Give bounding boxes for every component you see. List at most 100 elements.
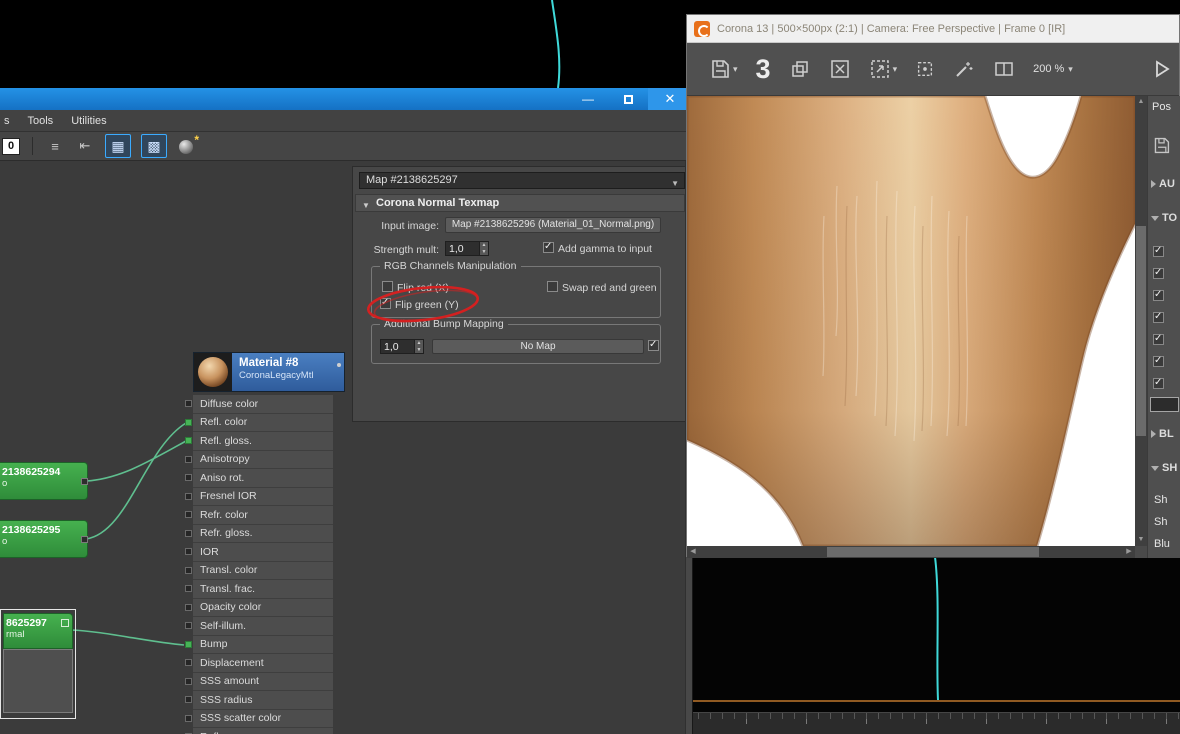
vfb-titlebar[interactable]: Corona 13 | 500×500px (2:1) | Camera: Fr… [687, 15, 1179, 43]
rollout-corona-normal-texmap[interactable]: Corona Normal Texmap [355, 194, 685, 214]
node-output-socket[interactable] [81, 478, 88, 485]
bump-mult-spinner[interactable]: 1,0 ▲ ▼ [380, 339, 424, 354]
panel-checkbox-1[interactable] [1153, 245, 1164, 257]
slot-socket[interactable] [185, 548, 192, 555]
duplicate-render-button[interactable] [789, 58, 811, 80]
timeline-ruler[interactable] [686, 712, 1180, 734]
slot-socket[interactable] [185, 640, 192, 648]
slot-ior[interactable]: IOR [185, 543, 333, 562]
node-options-dot[interactable] [337, 363, 341, 367]
section-header-au[interactable]: AU [1151, 178, 1175, 190]
node-collapse-icon[interactable] [61, 619, 69, 627]
horizontal-scrollbar[interactable]: ◀ ▶ [687, 546, 1135, 558]
map-selector-dropdown[interactable]: Map #2138625297 [359, 172, 685, 191]
map-node-header[interactable]: 8625297 rmal [3, 613, 73, 649]
slot-socket[interactable] [185, 474, 192, 481]
material-node[interactable]: Material #8 CoronaLegacyMtl Diffuse colo… [185, 352, 345, 734]
slot-socket[interactable] [185, 400, 192, 407]
menu-item-utilities[interactable]: Utilities [71, 115, 106, 127]
scroll-up-arrow[interactable]: ▲ [1135, 96, 1147, 108]
bump-map-button[interactable]: No Map [432, 339, 644, 354]
clear-region-button[interactable] [829, 58, 851, 80]
panel-checkbox-3[interactable] [1153, 289, 1164, 301]
show-maps-toggle-button[interactable]: ▩ [141, 134, 167, 158]
flip-red-checkbox[interactable] [382, 281, 393, 292]
slot-socket[interactable] [185, 455, 192, 463]
vertical-scrollbar[interactable]: ▲ ▼ [1135, 96, 1147, 546]
slot-partial[interactable]: Refl [185, 728, 333, 734]
window-minimize-button[interactable]: — [568, 88, 608, 110]
show-grid-toggle-button[interactable]: ▦ [105, 134, 131, 158]
slot-socket[interactable] [185, 714, 192, 722]
render-viewport[interactable] [687, 96, 1135, 546]
hscroll-thumb[interactable] [827, 547, 1039, 557]
slot-bump[interactable]: Bump [185, 635, 333, 654]
menu-item-tools[interactable]: Tools [28, 115, 54, 127]
slot-refl-gloss[interactable]: Refl. gloss. [185, 432, 333, 451]
save-config-button[interactable] [1152, 136, 1171, 160]
slot-socket[interactable] [185, 677, 192, 685]
panel-checkbox-7[interactable] [1153, 377, 1164, 389]
slot-socket[interactable] [185, 437, 192, 444]
slot-aniso-rot[interactable]: Aniso rot. [185, 469, 333, 488]
strength-mult-spinner[interactable]: 1,0 ▲ ▼ [445, 241, 489, 256]
pick-wand-button[interactable] [953, 58, 975, 80]
map-node-2138625294[interactable]: 2138625294 o [0, 462, 88, 500]
vscroll-thumb[interactable] [1136, 226, 1146, 436]
map-node-2138625295[interactable]: 2138625295 o [0, 520, 88, 558]
max-viewport-bottom[interactable] [686, 557, 1180, 734]
menu-item-partial[interactable]: s [4, 115, 10, 127]
slate-titlebar[interactable]: — ✕ [0, 88, 692, 110]
add-gamma-checkbox[interactable] [543, 241, 554, 253]
save-image-button[interactable] [709, 58, 738, 80]
panel-checkbox-6[interactable] [1153, 355, 1164, 367]
map-node-body[interactable] [3, 649, 73, 713]
node-output-socket[interactable] [81, 536, 88, 543]
render-history-number[interactable]: 3 [756, 55, 771, 83]
map-node-2138625297-selected[interactable]: 8625297 rmal [0, 609, 76, 719]
slot-socket[interactable] [185, 492, 192, 500]
navigate-arrow-icon[interactable]: ⇤ [75, 136, 95, 156]
slot-sss-amount[interactable]: SSS amount [185, 672, 333, 691]
slot-socket[interactable] [185, 511, 192, 518]
slot-socket[interactable] [185, 585, 192, 592]
window-maximize-button[interactable] [608, 88, 648, 110]
slot-diffuse-color[interactable]: Diffuse color [185, 395, 333, 414]
slot-socket[interactable] [185, 418, 192, 426]
slot-socket[interactable] [185, 696, 192, 703]
spinner-arrows[interactable]: ▲ ▼ [414, 340, 423, 353]
bump-enabled-checkbox[interactable] [648, 339, 659, 351]
section-header-sh[interactable]: SH [1151, 462, 1177, 474]
swap-red-green-checkbox[interactable] [547, 281, 558, 292]
slot-socket[interactable] [185, 659, 192, 666]
slot-refr-color[interactable]: Refr. color [185, 506, 333, 525]
slot-socket[interactable] [185, 529, 192, 537]
slot-anisotropy[interactable]: Anisotropy [185, 450, 333, 469]
ab-compare-button[interactable] [993, 58, 1015, 80]
scroll-left-arrow[interactable]: ◀ [687, 546, 699, 558]
slot-sss-radius[interactable]: SSS radius [185, 691, 333, 710]
render-region-button[interactable] [869, 58, 898, 80]
zoom-level-selector[interactable]: 200 % [1033, 63, 1073, 75]
list-view-icon[interactable]: ≡ [45, 136, 65, 156]
node-editor-canvas[interactable]: 2138625294 o 2138625295 o 8625297 rmal M… [0, 161, 692, 734]
slot-socket[interactable] [185, 566, 192, 574]
render-preview-button[interactable]: * [177, 133, 199, 157]
section-header-bl[interactable]: BL [1151, 428, 1174, 440]
toolbar-number-field[interactable]: 0 [2, 137, 20, 155]
slot-transl-color[interactable]: Transl. color [185, 561, 333, 580]
slot-fresnel-ior[interactable]: Fresnel IOR [185, 487, 333, 506]
slot-sss-scatter-color[interactable]: SSS scatter color [185, 709, 333, 728]
flip-green-checkbox[interactable] [380, 297, 391, 309]
slot-socket[interactable] [185, 603, 192, 611]
panel-checkbox-2[interactable] [1153, 267, 1164, 279]
slot-self-illum[interactable]: Self-illum. [185, 617, 333, 636]
start-render-button[interactable] [1151, 58, 1173, 80]
slot-displacement[interactable]: Displacement [185, 654, 333, 673]
slot-refr-gloss[interactable]: Refr. gloss. [185, 524, 333, 543]
input-image-button[interactable]: Map #2138625296 (Material_01_Normal.png) [445, 217, 661, 233]
panel-checkbox-4[interactable] [1153, 311, 1164, 323]
scroll-right-arrow[interactable]: ▶ [1123, 546, 1135, 558]
panel-input-field[interactable] [1150, 397, 1179, 412]
panel-checkbox-5[interactable] [1153, 333, 1164, 345]
